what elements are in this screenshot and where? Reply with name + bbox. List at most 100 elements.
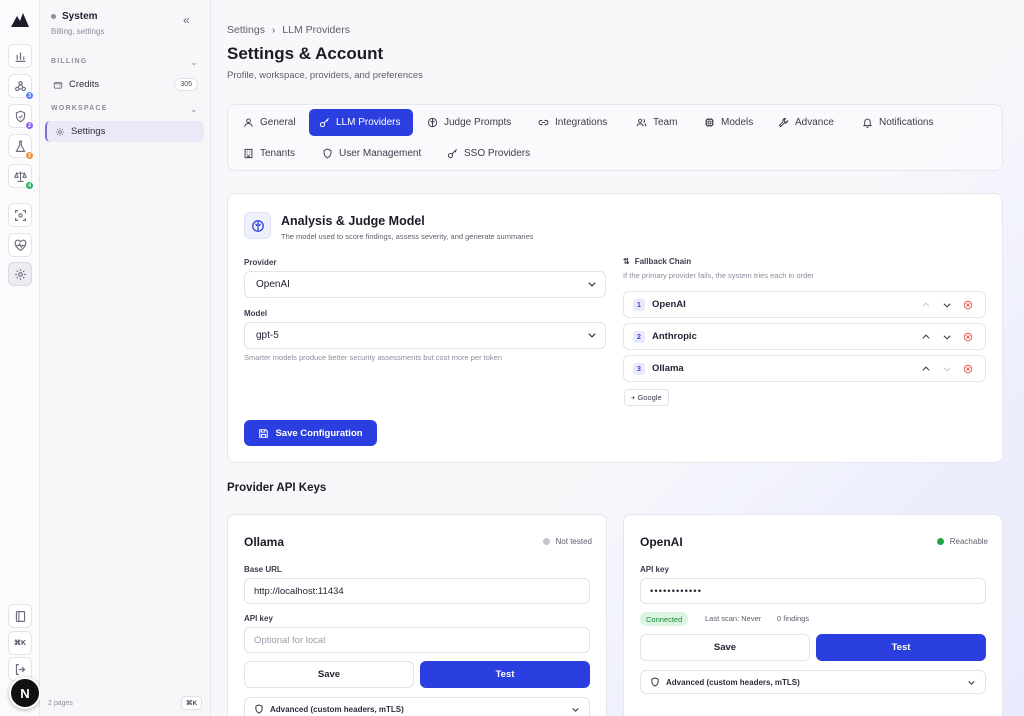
save-button[interactable]: Save [244,661,414,688]
sidebar: System Billing, settings « BILLING ⌄ Cre… [40,0,211,716]
chevron-up-icon[interactable] [921,332,931,342]
api-key-input[interactable]: •••••••••••• [640,578,986,604]
status-dot [51,14,56,19]
status-dot [542,538,550,545]
scale-badge: 4 [25,181,34,190]
test-button[interactable]: Test [816,634,986,661]
fallback-name: Ollama [652,363,684,374]
advanced-settings-toggle[interactable]: Advanced (custom headers, mTLS) [640,670,986,694]
fallback-order: 1 [633,299,645,311]
sidebar-item-label: Settings [71,126,106,137]
save-button[interactable]: Save [640,634,810,661]
model-label: Model [244,309,268,318]
tab-llm-providers[interactable]: LLM Providers [309,109,413,136]
brain-icon [427,117,438,128]
tab-user-management[interactable]: User Management [312,140,431,167]
tab-models[interactable]: Models [694,109,763,136]
book-icon[interactable] [8,604,32,628]
fallback-order: 2 [633,331,645,343]
shield-icon [255,704,263,714]
command-palette-shortcut[interactable]: ⌘K [181,696,203,710]
save-configuration-button[interactable]: Save Configuration [244,420,377,446]
breadcrumb-parent[interactable]: Settings [227,24,265,36]
chevron-down-icon[interactable] [942,364,952,374]
shield-icon [323,148,332,159]
tab-notifications[interactable]: Notifications [852,109,943,136]
logo-icon[interactable] [11,13,29,30]
nodes-icon[interactable]: 3 [8,74,34,100]
shield-icon[interactable]: 2 [8,104,34,130]
avatar[interactable]: N [9,677,41,709]
chevron-down-icon[interactable]: ⌄ [190,104,198,115]
command-icon[interactable]: ⌘K [8,631,32,655]
openai-card: OpenAI Reachable API key •••••••••••• Co… [623,514,1003,716]
findings-count: 0 findings [777,614,810,623]
settings-tabs: General LLM Providers Judge Prompts Inte… [227,104,1003,171]
remove-icon[interactable] [963,300,973,310]
sidebar-item-label: Credits [69,79,100,90]
tab-integrations[interactable]: Integrations [528,109,617,136]
scan-icon[interactable] [8,203,32,227]
model-select[interactable]: gpt-5 [244,322,606,349]
user-icon [244,118,253,127]
sort-icon: ⇅ [623,257,630,266]
fallback-item: 1 OpenAI [623,291,986,318]
remove-icon[interactable] [963,332,973,342]
save-icon [259,428,269,438]
provider-title: OpenAI [640,535,683,549]
scale-icon[interactable]: 4 [8,164,34,190]
tab-general[interactable]: General [233,109,306,136]
key-icon [319,118,329,128]
advanced-settings-toggle[interactable]: Advanced (custom headers, mTLS) [244,697,590,716]
provider-select[interactable]: OpenAI [244,271,606,298]
wallet-icon [53,81,63,89]
fallback-name: OpenAI [652,299,686,310]
chevron-up-icon[interactable] [921,364,931,374]
fallback-name: Anthropic [652,331,697,342]
building-icon [244,148,253,159]
tab-advance[interactable]: Advance [768,109,844,136]
fallback-item: 3 Ollama [623,355,986,382]
connected-badge: Connected [640,612,689,626]
tab-team[interactable]: Team [626,109,687,136]
judge-model-card: Analysis & Judge Model The model used to… [227,193,1003,463]
add-google-button[interactable]: + Google [624,389,669,406]
fallback-item: 2 Anthropic [623,323,986,350]
base-url-input[interactable]: http://localhost:11434 [244,578,590,604]
remove-icon[interactable] [963,364,973,374]
key-icon [447,149,457,159]
page-subtitle: Profile, workspace, providers, and prefe… [227,70,423,81]
gear-icon[interactable] [8,262,32,286]
heart-pulse-icon[interactable] [8,233,32,257]
flask-icon[interactable]: 2 [8,134,34,160]
wrench-icon [778,117,789,128]
test-button[interactable]: Test [420,661,590,688]
page-title: Settings & Account [227,44,384,63]
tab-tenants[interactable]: Tenants [233,140,305,167]
page-count: 2 pages [48,700,73,707]
chevron-down-icon[interactable] [942,300,952,310]
api-key-label: API key [640,565,669,574]
icon-rail: 3 2 2 4 ⌘K N [0,0,41,716]
brain-icon [244,212,271,239]
api-key-input[interactable]: Optional for local [244,627,590,653]
shield-icon [651,677,659,687]
sidebar-item-settings[interactable]: Settings [45,121,204,142]
api-key-label: API key [244,614,273,623]
chart-icon[interactable] [8,44,32,68]
sidebar-subtitle: Billing, settings [51,27,105,36]
chevron-down-icon[interactable]: ⌄ [190,57,198,68]
breadcrumb-separator: › [271,24,276,36]
last-scan-text: Last scan: Never [705,614,762,623]
section-title-api-keys: Provider API Keys [227,482,327,494]
shield-badge: 2 [25,121,34,130]
bell-icon [862,118,873,128]
chevron-down-icon [968,681,975,685]
tab-judge-prompts[interactable]: Judge Prompts [417,109,521,136]
tab-sso-providers[interactable]: SSO Providers [437,140,540,167]
chevron-down-icon[interactable] [942,332,952,342]
fallback-order: 3 [633,363,645,375]
chevron-up-icon[interactable] [921,300,931,310]
collapse-sidebar-icon[interactable]: « [183,13,190,27]
sidebar-item-credits[interactable]: Credits 305 [45,74,204,95]
